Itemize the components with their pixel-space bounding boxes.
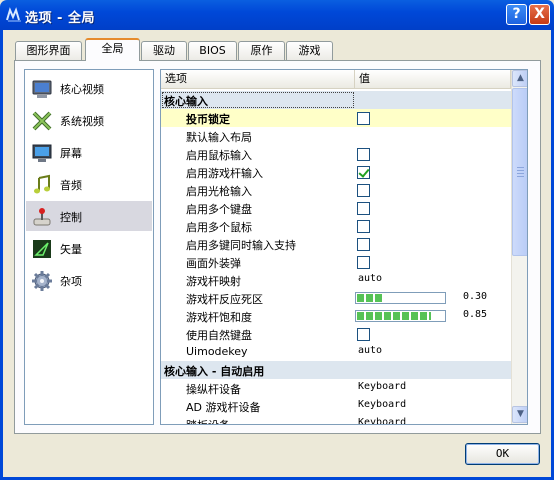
- music-note-icon: [34, 174, 50, 194]
- option-label: 启用多个鼠标: [186, 221, 252, 234]
- option-value[interactable]: Keyboard: [358, 417, 406, 424]
- joystick-icon: [33, 208, 51, 226]
- column-header-value[interactable]: 值: [355, 70, 511, 89]
- option-value[interactable]: auto: [358, 273, 382, 284]
- monitor-icon: [32, 80, 52, 98]
- option-checkbox[interactable]: [357, 328, 370, 341]
- slider-value: 0.85: [463, 309, 488, 320]
- option-row[interactable]: 游戏杆映射 auto: [161, 271, 511, 289]
- slider-fill: [357, 294, 384, 302]
- option-label: 默认输入布局: [186, 131, 252, 144]
- option-label: Uimodekey: [186, 345, 248, 358]
- category-screen[interactable]: 屏幕: [26, 137, 152, 167]
- category-label: 控制: [60, 211, 82, 224]
- scroll-up-button[interactable]: ▲: [512, 70, 527, 87]
- option-row[interactable]: 游戏杆饱和度 0.85: [161, 307, 511, 325]
- column-header-option[interactable]: 选项: [161, 70, 355, 89]
- category-vector[interactable]: 矢量: [26, 233, 152, 263]
- tab-graphics[interactable]: 图形界面: [15, 41, 82, 60]
- gear-icon: [32, 271, 52, 291]
- help-button[interactable]: ?: [506, 4, 527, 25]
- option-checkbox[interactable]: [357, 112, 370, 125]
- option-row[interactable]: Uimodekey auto: [161, 343, 511, 361]
- category-label: 屏幕: [60, 147, 82, 160]
- option-label: 画面外装弹: [186, 257, 241, 270]
- option-label: 启用多键同时输入支持: [186, 239, 296, 252]
- option-row[interactable]: 使用自然键盘: [161, 325, 511, 343]
- category-label: 矢量: [60, 243, 82, 256]
- tab-global[interactable]: 全局: [85, 38, 140, 61]
- scroll-down-button[interactable]: ▼: [512, 406, 527, 423]
- option-value[interactable]: Keyboard: [358, 381, 406, 392]
- option-checkbox[interactable]: [357, 202, 370, 215]
- option-label: 使用自然键盘: [186, 329, 252, 342]
- window-title: 选项 - 全局: [25, 11, 95, 26]
- option-slider[interactable]: [355, 292, 446, 304]
- option-label: 游戏杆映射: [186, 275, 241, 288]
- section-header-row[interactable]: 核心输入: [161, 91, 511, 109]
- tab-game[interactable]: 游戏: [286, 41, 333, 60]
- vector-icon: [33, 240, 51, 258]
- slider-fill: [357, 312, 431, 320]
- category-label: 核心视频: [60, 83, 104, 96]
- screen-icon: [32, 144, 52, 162]
- option-checkbox[interactable]: [357, 166, 370, 179]
- option-label: 启用光枪输入: [186, 185, 252, 198]
- option-row[interactable]: 操纵杆设备 Keyboard: [161, 379, 511, 397]
- option-label: 踏板设备: [186, 417, 230, 424]
- option-row[interactable]: 启用游戏杆输入: [161, 163, 511, 181]
- option-label: 游戏杆反应死区: [186, 293, 263, 306]
- tab-original[interactable]: 原作: [238, 41, 285, 60]
- option-label: AD 游戏杆设备: [186, 401, 261, 414]
- option-row[interactable]: 启用多个键盘: [161, 199, 511, 217]
- option-value[interactable]: auto: [358, 345, 382, 356]
- option-label: 投币锁定: [186, 113, 230, 126]
- option-row[interactable]: 游戏杆反应死区 0.30: [161, 289, 511, 307]
- option-row[interactable]: 踏板设备 Keyboard: [161, 415, 511, 424]
- options-grid: 选项 值 核心输入 投币锁定 默认输入布局 启用鼠标输入 启用游戏杆输入 启用光枪输入 启用…: [160, 69, 528, 425]
- option-row[interactable]: 启用多键同时输入支持: [161, 235, 511, 253]
- option-checkbox[interactable]: [357, 184, 370, 197]
- close-button[interactable]: X: [529, 4, 550, 25]
- app-logo-icon: [6, 7, 21, 22]
- category-list: 核心视频 系统视频 屏幕 音频 控制 矢量 杂项: [24, 69, 154, 425]
- option-slider[interactable]: [355, 310, 446, 322]
- tab-driver[interactable]: 驱动: [141, 41, 187, 60]
- option-value[interactable]: Keyboard: [358, 399, 406, 410]
- option-row[interactable]: 投币锁定: [161, 109, 511, 127]
- category-audio[interactable]: 音频: [26, 169, 152, 199]
- section-label: 核心输入 - 自动启用: [164, 365, 265, 378]
- category-label: 音频: [60, 179, 82, 192]
- option-row[interactable]: 默认输入布局: [161, 127, 511, 145]
- option-label: 启用多个键盘: [186, 203, 252, 216]
- option-label: 启用鼠标输入: [186, 149, 252, 162]
- focus-rect: [162, 92, 354, 108]
- option-checkbox[interactable]: [357, 256, 370, 269]
- option-label: 启用游戏杆输入: [186, 167, 263, 180]
- category-label: 杂项: [60, 275, 82, 288]
- x-icon: [32, 111, 52, 131]
- category-label: 系统视频: [60, 115, 104, 128]
- slider-value: 0.30: [463, 291, 488, 302]
- option-row[interactable]: 启用光枪输入: [161, 181, 511, 199]
- option-row[interactable]: 启用多个鼠标: [161, 217, 511, 235]
- category-controls[interactable]: 控制: [26, 201, 152, 231]
- vertical-scrollbar[interactable]: ▲ ▼: [511, 70, 527, 424]
- option-row[interactable]: AD 游戏杆设备 Keyboard: [161, 397, 511, 415]
- title-bar: 选项 - 全局 ? X: [0, 0, 554, 30]
- tab-bios[interactable]: BIOS: [188, 41, 237, 60]
- category-system-video[interactable]: 系统视频: [26, 105, 152, 135]
- ok-button[interactable]: OK: [465, 443, 540, 465]
- option-row[interactable]: 启用鼠标输入: [161, 145, 511, 163]
- option-checkbox[interactable]: [357, 238, 370, 251]
- option-checkbox[interactable]: [357, 220, 370, 233]
- option-label: 游戏杆饱和度: [186, 311, 252, 324]
- scroll-thumb[interactable]: [512, 88, 527, 256]
- section-header-row[interactable]: 核心输入 - 自动启用: [161, 361, 511, 379]
- option-row[interactable]: 画面外装弹: [161, 253, 511, 271]
- category-core-video[interactable]: 核心视频: [26, 73, 152, 103]
- option-label: 操纵杆设备: [186, 383, 241, 396]
- option-checkbox[interactable]: [357, 148, 370, 161]
- category-misc[interactable]: 杂项: [26, 265, 152, 295]
